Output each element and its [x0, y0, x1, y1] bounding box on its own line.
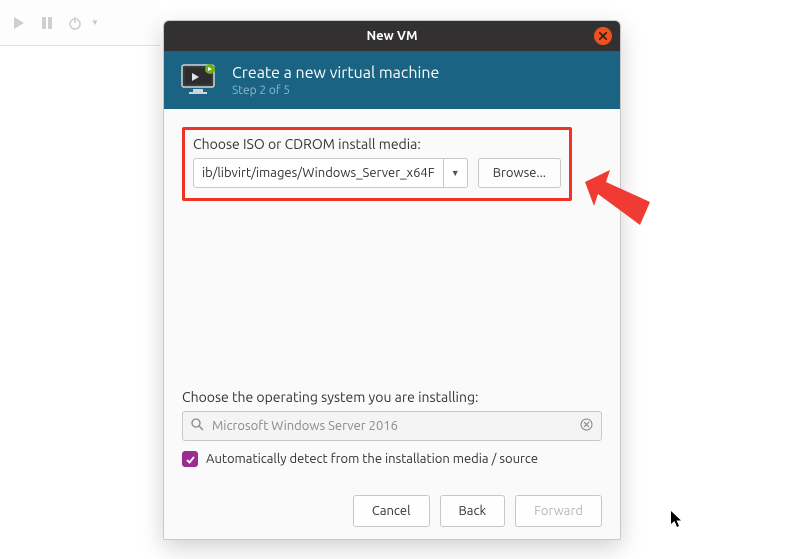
power-icon[interactable] [62, 8, 88, 38]
titlebar: New VM [164, 21, 620, 51]
autodetect-checkbox[interactable] [182, 451, 198, 467]
banner-text: Create a new virtual machine Step 2 of 5 [232, 64, 439, 97]
forward-button: Forward [515, 495, 602, 527]
iso-path-input[interactable] [194, 159, 443, 187]
vm-monitor-icon [180, 63, 220, 97]
os-section-label: Choose the operating system you are inst… [182, 389, 602, 405]
new-vm-dialog: New VM Create a new virtual machine Step… [163, 20, 621, 540]
cursor-icon [671, 511, 684, 531]
chevron-down-icon[interactable]: ▼ [90, 8, 100, 38]
pause-icon[interactable] [34, 8, 60, 38]
banner-step: Step 2 of 5 [232, 84, 439, 97]
chevron-down-icon: ▼ [451, 168, 460, 178]
close-button[interactable] [594, 27, 612, 45]
check-icon [185, 454, 196, 465]
iso-highlight-annotation: Choose ISO or CDROM install media: ▼ Bro… [182, 127, 572, 201]
iso-combo: ▼ [193, 158, 468, 188]
wizard-content: Choose ISO or CDROM install media: ▼ Bro… [164, 109, 620, 539]
wizard-banner: Create a new virtual machine Step 2 of 5 [164, 51, 620, 109]
autodetect-label: Automatically detect from the installati… [206, 452, 538, 466]
footer-buttons: Cancel Back Forward [182, 495, 602, 527]
os-section: Choose the operating system you are inst… [182, 389, 602, 467]
browse-button[interactable]: Browse... [478, 158, 561, 188]
autodetect-row: Automatically detect from the installati… [182, 451, 602, 467]
clear-icon[interactable] [580, 418, 593, 434]
window-title: New VM [366, 29, 417, 43]
back-button[interactable]: Back [440, 495, 506, 527]
banner-heading: Create a new virtual machine [232, 64, 439, 82]
parent-toolbar: ▼ [0, 0, 160, 46]
cancel-button[interactable]: Cancel [353, 495, 430, 527]
iso-section-label: Choose ISO or CDROM install media: [193, 136, 561, 152]
iso-dropdown-button[interactable]: ▼ [443, 159, 467, 187]
search-icon [191, 418, 204, 434]
iso-row: ▼ Browse... [193, 158, 561, 188]
os-search-value: Microsoft Windows Server 2016 [212, 419, 572, 433]
play-icon[interactable] [6, 8, 32, 38]
close-icon [599, 32, 607, 40]
spacer [182, 201, 602, 389]
os-search-field[interactable]: Microsoft Windows Server 2016 [182, 411, 602, 441]
